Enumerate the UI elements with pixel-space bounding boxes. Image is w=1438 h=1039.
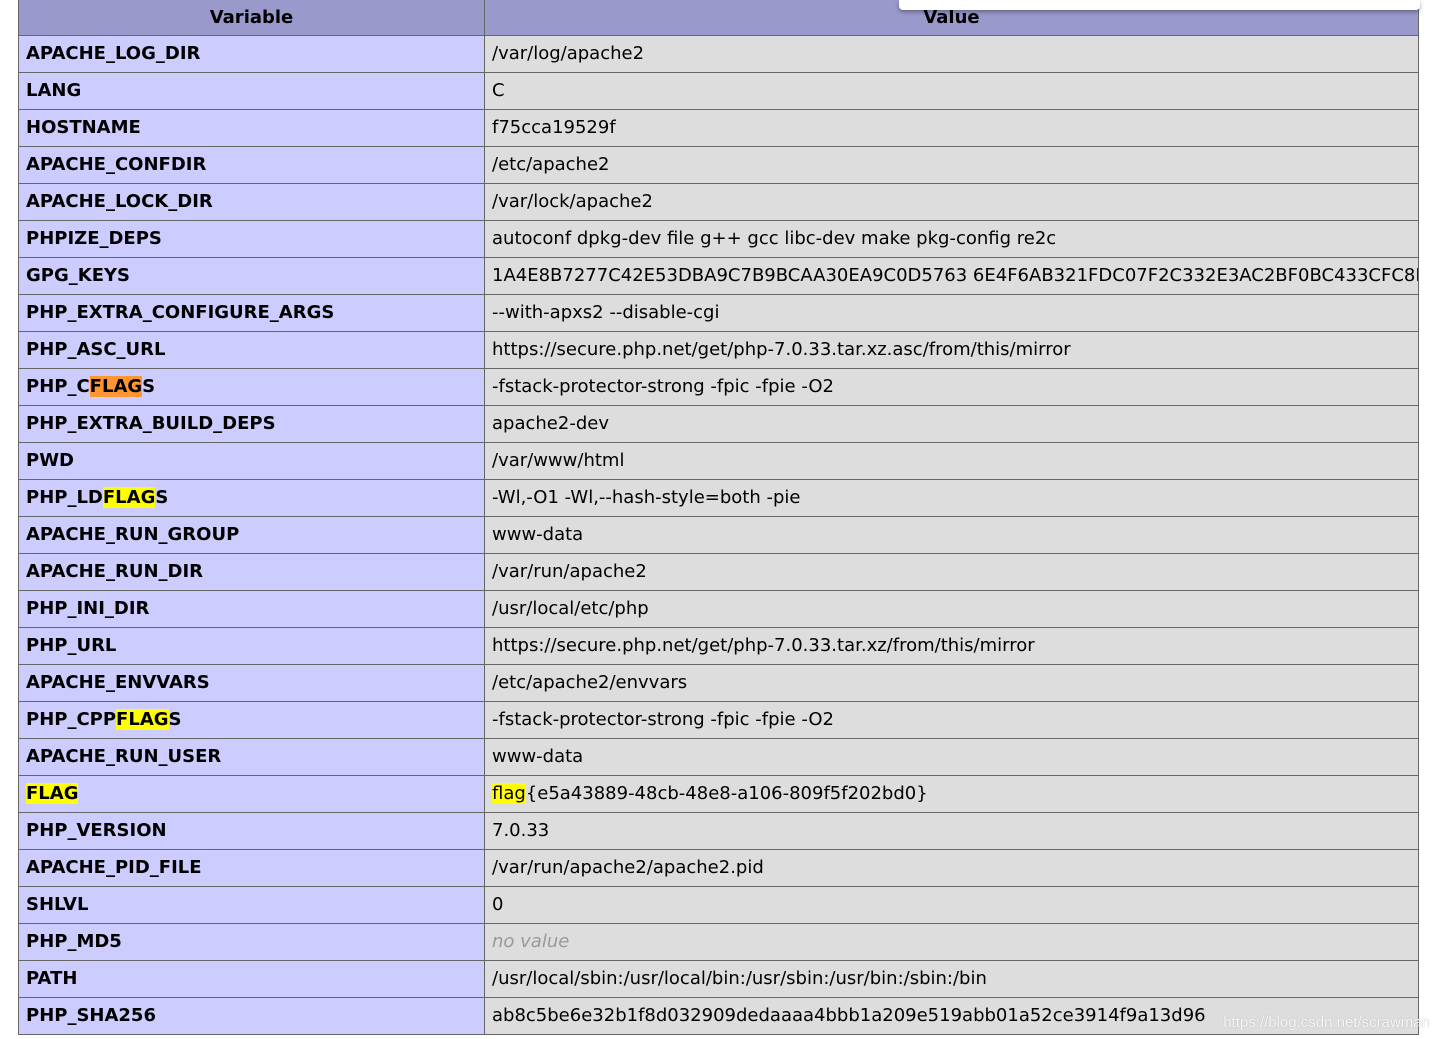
variable-value-cell: /var/lock/apache2 [484, 182, 1419, 221]
variable-name-cell: LANG [18, 71, 485, 110]
table-row: PATH/usr/local/sbin:/usr/local/bin:/usr/… [18, 959, 1419, 998]
variable-name-cell: APACHE_LOCK_DIR [18, 182, 485, 221]
environment-table: Variable Value APACHE_LOG_DIR/var/log/ap… [18, 0, 1419, 1035]
search-highlight: flag [492, 783, 526, 804]
variable-name-cell: PHP_EXTRA_CONFIGURE_ARGS [18, 293, 485, 332]
variable-value-cell: flag{e5a43889-48cb-48e8-a106-809f5f202bd… [484, 774, 1419, 813]
table-row: APACHE_LOG_DIR/var/log/apache2 [18, 34, 1419, 73]
variable-name-cell: APACHE_CONFDIR [18, 145, 485, 184]
table-row: PHP_VERSION 7.0.33 [18, 811, 1419, 850]
variable-value-cell: /var/run/apache2 [484, 552, 1419, 591]
variable-name-cell: APACHE_LOG_DIR [18, 34, 485, 73]
variable-name-cell: PHP_URL [18, 626, 485, 665]
table-row: APACHE_RUN_DIR/var/run/apache2 [18, 552, 1419, 591]
table-row: APACHE_ENVVARS/etc/apache2/envvars [18, 663, 1419, 702]
table-row: APACHE_PID_FILE/var/run/apache2/apache2.… [18, 848, 1419, 887]
variable-name-text: PHP_CPP [26, 709, 117, 730]
table-row: LANG C [18, 71, 1419, 110]
variable-value-cell: /etc/apache2 [484, 145, 1419, 184]
variable-name-cell: PHP_EXTRA_BUILD_DEPS [18, 404, 485, 443]
table-row: HOSTNAME f75cca19529f [18, 108, 1419, 147]
variable-value-cell: -fstack-protector-strong -fpic -fpie -O2 [484, 367, 1419, 406]
table-row: PHP_CPPFLAGS -fstack-protector-strong -fp… [18, 700, 1419, 739]
variable-value-cell: https://secure.php.net/get/php-7.0.33.ta… [484, 626, 1419, 665]
table-row: PWD/var/www/html [18, 441, 1419, 480]
variable-name-text: S [142, 376, 156, 397]
table-row: APACHE_RUN_USER www-data [18, 737, 1419, 776]
table-row: APACHE_CONFDIR/etc/apache2 [18, 145, 1419, 184]
table-row: PHP_URL https://secure.php.net/get/php-7.… [18, 626, 1419, 665]
variable-name-text: PHP_LD [26, 487, 103, 508]
variable-name-cell: PHP_MD5 [18, 922, 485, 961]
variable-value-cell: 1A4E8B7277C42E53DBA9C7B9BCAA30EA9C0D5763… [484, 256, 1419, 295]
table-row: PHP_LDFLAGS -Wl,-O1 -Wl,--hash-style=both… [18, 478, 1419, 517]
variable-value-cell: https://secure.php.net/get/php-7.0.33.ta… [484, 330, 1419, 369]
variable-name-cell: PHPIZE_DEPS [18, 219, 485, 258]
variable-name-cell: PHP_LDFLAGS [18, 478, 485, 517]
variable-name-cell: PHP_CFLAGS [18, 367, 485, 406]
variable-value-cell: autoconf dpkg-dev file g++ gcc libc-dev … [484, 219, 1419, 258]
variable-name-cell: HOSTNAME [18, 108, 485, 147]
variable-column-header: Variable [18, 0, 485, 36]
variable-name-cell: APACHE_RUN_DIR [18, 552, 485, 591]
variable-value-cell: /var/www/html [484, 441, 1419, 480]
table-row: APACHE_LOCK_DIR/var/lock/apache2 [18, 182, 1419, 221]
variable-value-cell: apache2-dev [484, 404, 1419, 443]
table-body: APACHE_LOG_DIR/var/log/apache2 LANG C HOSTN… [18, 34, 1419, 1035]
search-highlight: FLAG [102, 487, 156, 508]
variable-name-cell: APACHE_ENVVARS [18, 663, 485, 702]
variable-value-cell: /usr/local/sbin:/usr/local/bin:/usr/sbin… [484, 959, 1419, 998]
variable-value-cell: --with-apxs2 --disable-cgi [484, 293, 1419, 332]
variable-value-cell: www-data [484, 515, 1419, 554]
table-row: SHLVL 0 [18, 885, 1419, 924]
search-highlight: FLAG [89, 376, 143, 397]
variable-value-cell: -fstack-protector-strong -fpic -fpie -O2 [484, 700, 1419, 739]
variable-value-cell: /etc/apache2/envvars [484, 663, 1419, 702]
variable-name-cell: PHP_SHA256 [18, 996, 485, 1035]
variable-name-cell: SHLVL [18, 885, 485, 924]
variable-value-cell: 0 [484, 885, 1419, 924]
variable-name-text: S [168, 709, 182, 730]
variable-name-cell: FLAG [18, 774, 485, 813]
table-row: GPG_KEYS 1A4E8B7277C42E53DBA9C7B9BCAA30EA… [18, 256, 1419, 295]
table-row: PHP_ASC_URL https://secure.php.net/get/ph… [18, 330, 1419, 369]
table-row: PHP_INI_DIR/usr/local/etc/php [18, 589, 1419, 628]
table-row: PHPIZE_DEPS autoconf dpkg-dev file g++ gc… [18, 219, 1419, 258]
variable-value-cell: no value [484, 922, 1419, 961]
variable-name-cell: PHP_VERSION [18, 811, 485, 850]
search-highlight: FLAG [26, 783, 79, 804]
table-row: PHP_CFLAGS -fstack-protector-strong -fpic… [18, 367, 1419, 406]
variable-value-cell: /usr/local/etc/php [484, 589, 1419, 628]
variable-name-cell: PATH [18, 959, 485, 998]
table-row: PHP_SHA256 ab8c5be6e32b1f8d032909dedaaaa4… [18, 996, 1419, 1035]
variable-name-cell: APACHE_RUN_GROUP [18, 515, 485, 554]
table-row: FLAG flag{e5a43889-48cb-48e8-a106-809f5f2… [18, 774, 1419, 813]
table-row: PHP_EXTRA_BUILD_DEPS apache2-dev [18, 404, 1419, 443]
search-highlight: FLAG [116, 709, 169, 730]
variable-value-cell: /var/log/apache2 [484, 34, 1419, 73]
variable-name-cell: PHP_CPPFLAGS [18, 700, 485, 739]
watermark: https://blog.csdn.net/scrawman [1223, 1014, 1430, 1031]
variable-value-text: {e5a43889-48cb-48e8-a106-809f5f202bd0} [525, 783, 928, 804]
variable-name-cell: APACHE_RUN_USER [18, 737, 485, 776]
variable-name-cell: PWD [18, 441, 485, 480]
table-row: PHP_MD5 no value [18, 922, 1419, 961]
variable-name-cell: GPG_KEYS [18, 256, 485, 295]
variable-name-cell: PHP_ASC_URL [18, 330, 485, 369]
find-bar-overlay [899, 0, 1420, 10]
variable-value-cell: www-data [484, 737, 1419, 776]
table-row: APACHE_RUN_GROUP www-data [18, 515, 1419, 554]
variable-name-text: S [155, 487, 169, 508]
variable-name-cell: PHP_INI_DIR [18, 589, 485, 628]
variable-name-cell: APACHE_PID_FILE [18, 848, 485, 887]
variable-name-text: PHP_C [26, 376, 90, 397]
variable-value-cell: f75cca19529f [484, 108, 1419, 147]
variable-value-cell: -Wl,-O1 -Wl,--hash-style=both -pie [484, 478, 1419, 517]
table-row: PHP_EXTRA_CONFIGURE_ARGS --with-apxs2 --d… [18, 293, 1419, 332]
variable-value-cell: /var/run/apache2/apache2.pid [484, 848, 1419, 887]
variable-value-cell: C [484, 71, 1419, 110]
variable-value-cell: 7.0.33 [484, 811, 1419, 850]
